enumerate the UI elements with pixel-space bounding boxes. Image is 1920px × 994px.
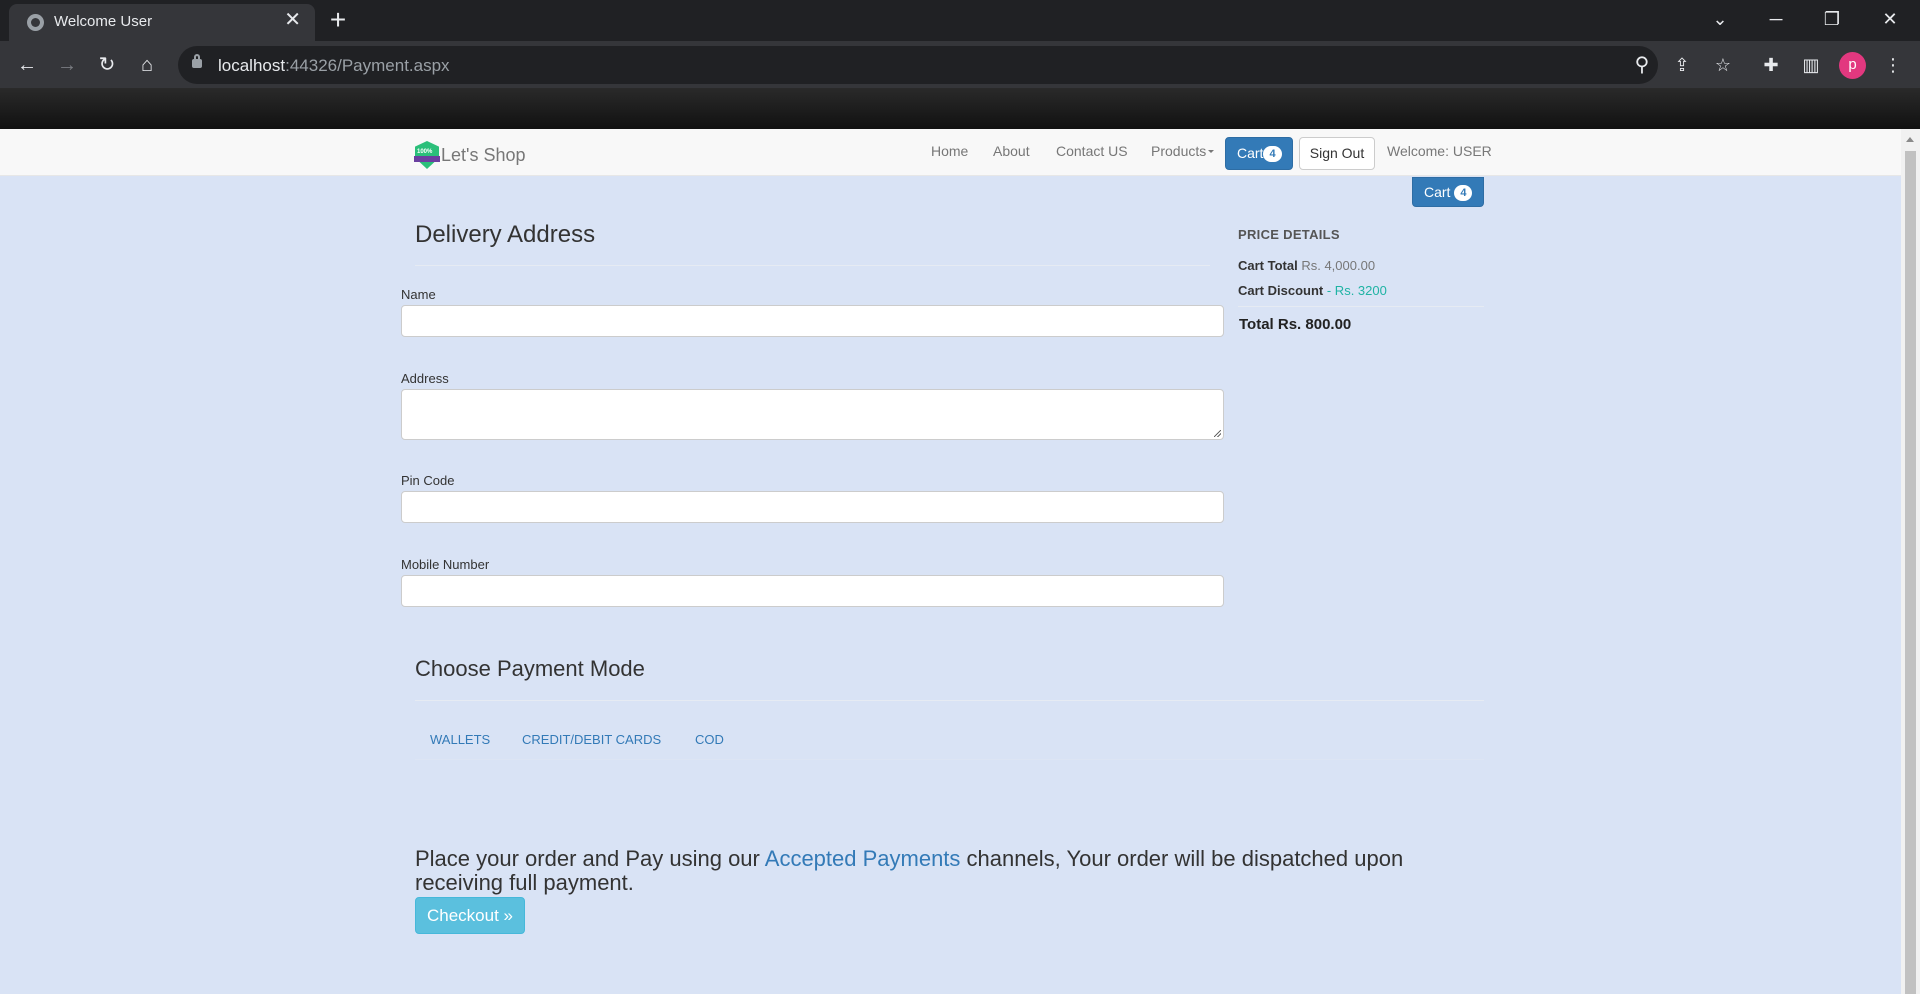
payment-heading: Choose Payment Mode [415, 656, 645, 681]
side-panel-icon[interactable]: ▥ [1797, 51, 1825, 79]
name-input[interactable] [401, 305, 1224, 337]
tab-cod[interactable]: COD [695, 732, 724, 747]
home-icon[interactable]: ⌂ [131, 49, 163, 81]
pincode-label: Pin Code [401, 473, 455, 488]
delivery-heading: Delivery Address [415, 221, 596, 248]
mobile-label: Mobile Number [401, 557, 490, 572]
cart-discount-row: Cart Discount - Rs. 3200 [1238, 283, 1387, 298]
cart-total-row: Cart Total Rs. 4,000.00 [1238, 258, 1375, 273]
share-icon[interactable]: ⇪ [1668, 51, 1696, 79]
nav-products[interactable]: Products [1151, 143, 1215, 159]
tab-search-icon[interactable]: ⌄ [1692, 0, 1748, 38]
extensions-icon[interactable]: ✚ [1757, 51, 1785, 79]
site-navbar: 100% Let's Shop Home About Contact US Pr… [0, 129, 1901, 176]
tab-title: Welcome User [54, 13, 153, 30]
floating-cart-button[interactable]: Cart 4 [1412, 177, 1484, 207]
close-tab-icon[interactable]: ✕ [284, 10, 301, 30]
reload-icon[interactable]: ↻ [91, 49, 123, 81]
forward-icon[interactable]: → [51, 49, 83, 81]
restore-button[interactable]: ❐ [1804, 0, 1860, 38]
profile-avatar[interactable]: p [1839, 52, 1866, 79]
checkout-button[interactable]: Checkout » [415, 897, 525, 934]
tab-cards[interactable]: CREDIT/DEBIT CARDS [522, 732, 661, 747]
cart-count-badge: 4 [1263, 146, 1282, 162]
browser-tab[interactable]: Welcome User ✕ [9, 4, 315, 41]
nav-home[interactable]: Home [931, 143, 968, 159]
divider [1238, 306, 1484, 307]
price-details-title: PRICE DETAILS [1238, 227, 1340, 242]
accepted-payments-link[interactable]: Accepted Payments [765, 846, 961, 871]
mobile-input[interactable] [401, 575, 1224, 607]
scrollbar-thumb[interactable] [1905, 151, 1916, 994]
caret-down-icon [1208, 150, 1215, 153]
minimize-button[interactable]: ─ [1748, 0, 1804, 38]
divider [415, 265, 1210, 266]
address-bar[interactable]: localhost:44326/Payment.aspx ⚲ [178, 46, 1658, 84]
page-viewport: 100% Let's Shop Home About Contact US Pr… [0, 129, 1901, 994]
tabs-divider [415, 759, 1484, 760]
name-label: Name [401, 287, 436, 302]
cart-count-badge: 4 [1454, 185, 1473, 201]
nav-about[interactable]: About [993, 143, 1030, 159]
close-window-button[interactable]: ✕ [1862, 0, 1918, 38]
welcome-text: Welcome: USER [1387, 143, 1492, 159]
tab-wallets[interactable]: WALLETS [430, 732, 490, 747]
order-info-text: Place your order and Pay using our Accep… [415, 846, 1404, 895]
page-scrollbar[interactable] [1901, 129, 1920, 994]
brand-logo: 100% [414, 141, 440, 169]
browser-tabstrip: Welcome User ✕ + ⌄ ─ ❐ ✕ [0, 0, 1920, 41]
page-top-banner [0, 88, 1920, 129]
divider [415, 700, 1484, 701]
browser-toolbar: ← → ↻ ⌂ localhost:44326/Payment.aspx ⚲ ⇪… [0, 41, 1920, 88]
scroll-up-icon[interactable] [1906, 137, 1914, 142]
bookmark-star-icon[interactable]: ☆ [1709, 51, 1737, 79]
back-icon[interactable]: ← [11, 49, 43, 81]
address-label: Address [401, 371, 449, 386]
url-text: localhost:44326/Payment.aspx [218, 56, 450, 75]
cart-discount-value: - Rs. 3200 [1326, 283, 1387, 298]
cart-discount-label: Cart Discount [1238, 283, 1324, 298]
brand[interactable]: 100% Let's Shop [414, 141, 526, 169]
grand-total: Total Rs. 800.00 [1239, 316, 1352, 333]
cart-total-value: Rs. 4,000.00 [1301, 258, 1376, 273]
new-tab-button[interactable]: + [322, 5, 354, 37]
nav-contact[interactable]: Contact US [1056, 143, 1128, 159]
menu-kebab-icon[interactable]: ⋮ [1879, 51, 1907, 79]
signout-button[interactable]: Sign Out [1299, 137, 1375, 170]
address-textarea[interactable] [401, 389, 1224, 440]
pincode-input[interactable] [401, 491, 1224, 523]
globe-icon [27, 14, 44, 31]
brand-name: Let's Shop [441, 144, 526, 165]
cart-total-label: Cart Total [1238, 258, 1298, 273]
zoom-icon[interactable]: ⚲ [1629, 52, 1655, 78]
nav-cart-button[interactable]: Cart 4 [1225, 137, 1293, 170]
lock-icon[interactable] [192, 54, 202, 68]
